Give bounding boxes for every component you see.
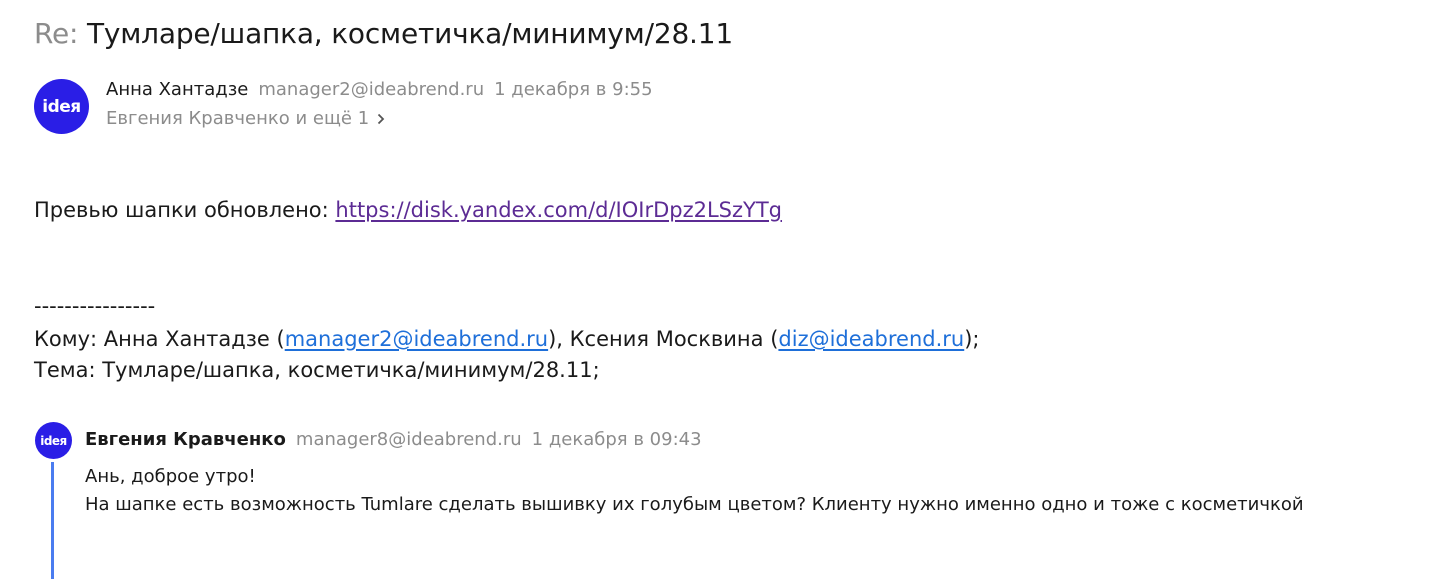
quote-bar — [51, 462, 54, 579]
forward-to-line: Кому: Анна Хантадзе (manager2@ideabrend.… — [34, 324, 980, 355]
avatar-logo-text: ideя — [40, 433, 67, 448]
email-subject: Re: Тумларе/шапка, косметичка/минимум/28… — [34, 14, 733, 54]
sender-name[interactable]: Анна Хантадзе — [106, 79, 248, 100]
to-middle: ), Ксения Москвина ( — [548, 327, 779, 351]
quoted-date: 1 декабря в 09:43 — [531, 429, 702, 450]
to-prefix: Кому: Анна Хантадзе ( — [34, 327, 285, 351]
quoted-sender-line: Евгения Кравченко manager8@ideabrend.ru 1 … — [85, 427, 702, 453]
sender-avatar[interactable]: ideя — [34, 79, 89, 134]
sender-line: Анна Хантадзе manager2@ideabrend.ru 1 дека… — [106, 77, 653, 103]
quoted-line-1: Ань, доброе утро! — [85, 466, 256, 487]
quoted-line-2: На шапке есть возможность Tumlare сделат… — [85, 494, 1304, 515]
sender-email[interactable]: manager2@ideabrend.ru — [258, 79, 484, 100]
to-suffix: ); — [964, 327, 980, 351]
email-view: Re: Тумларе/шапка, косметичка/минимум/28… — [0, 0, 1443, 579]
to-email-link-1[interactable]: manager2@ideabrend.ru — [285, 327, 548, 351]
reply-prefix: Re: — [34, 17, 79, 50]
avatar-logo-text: ideя — [42, 96, 81, 117]
quoted-sender-avatar[interactable]: ideя — [35, 422, 72, 459]
preview-paragraph: Превью шапки обновлено: https://disk.yan… — [34, 195, 782, 226]
chevron-right-icon — [378, 113, 385, 125]
recipients-toggle[interactable]: Евгения Кравченко и ещё 1 — [106, 106, 385, 132]
preview-link[interactable]: https://disk.yandex.com/d/IOIrDpz2LSzYTg — [335, 198, 782, 222]
to-email-link-2[interactable]: diz@ideabrend.ru — [778, 327, 964, 351]
quoted-sender-email[interactable]: manager8@ideabrend.ru — [296, 429, 522, 450]
message-date: 1 декабря в 9:55 — [494, 79, 653, 100]
text-divider: ---------------- — [34, 294, 156, 318]
subject-title: Тумларе/шапка, косметичка/минимум/28.11 — [86, 17, 733, 50]
forward-subject-line: Тема: Тумларе/шапка, косметичка/минимум/… — [34, 358, 600, 382]
preview-label: Превью шапки обновлено: — [34, 198, 329, 222]
quoted-sender-name[interactable]: Евгения Кравченко — [85, 429, 286, 450]
recipients-summary: Евгения Кравченко и ещё 1 — [106, 108, 370, 129]
